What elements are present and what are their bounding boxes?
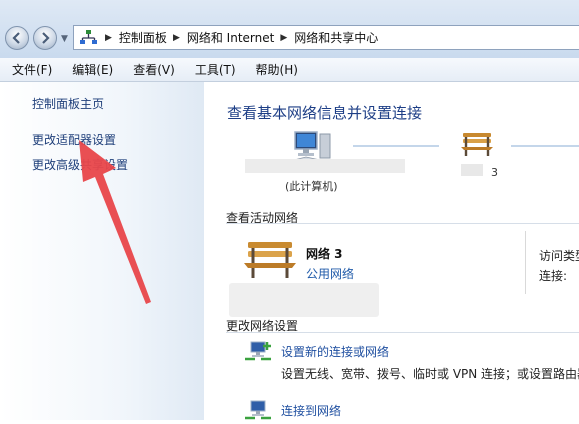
address-box[interactable]: ▶ 控制面板 ▶ 网络和 Internet ▶ 网络和共享中心 [73, 25, 579, 50]
public-network-bench-icon [244, 242, 296, 278]
forward-button[interactable] [33, 26, 57, 50]
address-bar-area: ▼ ▶ 控制面板 ▶ 网络和 Internet ▶ 网络和共享中心 [0, 0, 579, 58]
back-arrow-icon [12, 32, 20, 44]
menu-help[interactable]: 帮助(H) [244, 61, 306, 78]
page-title: 查看基本网络信息并设置连接 [227, 104, 423, 122]
breadcrumb-control-panel[interactable]: 控制面板 [119, 29, 167, 46]
menu-tools[interactable]: 工具(T) [183, 61, 244, 78]
this-computer-label: (此计算机) [285, 180, 338, 193]
back-button[interactable] [5, 26, 29, 50]
setup-new-connection-description: 设置无线、宽带、拨号、临时或 VPN 连接；或设置路由器 [281, 367, 579, 381]
network-bench-icon [461, 133, 493, 156]
new-connection-icon [245, 341, 271, 361]
recent-pages-dropdown-icon[interactable]: ▼ [61, 34, 68, 44]
map-connection-line [511, 145, 579, 147]
connections-label: 连接: [539, 269, 568, 283]
menu-view[interactable]: 查看(V) [121, 61, 183, 78]
menu-bar: 文件(F) 编辑(E) 查看(V) 工具(T) 帮助(H) [0, 58, 579, 82]
vertical-divider [525, 231, 526, 294]
connect-to-network-icon [245, 400, 271, 420]
breadcrumb-separator-icon: ▶ [105, 32, 112, 43]
network-name: 网络 3 [306, 247, 343, 261]
section-divider [226, 332, 579, 333]
access-type-label: 访问类型 [539, 249, 579, 263]
map-network-label: 3 [491, 166, 498, 179]
sidebar-item-control-panel-home[interactable]: 控制面板主页 [32, 95, 104, 112]
forward-arrow-icon [42, 32, 50, 44]
network-type-link[interactable]: 公用网络 [306, 265, 354, 282]
setup-new-connection-link[interactable]: 设置新的连接或网络 [281, 343, 389, 360]
breadcrumb-network-internet[interactable]: 网络和 Internet [187, 29, 274, 46]
breadcrumb-separator-icon: ▶ [172, 32, 180, 43]
main-content: 查看基本网络信息并设置连接 (此计算机) 3 查看活动网络 网络 3 公用网络 … [205, 82, 579, 420]
menu-file[interactable]: 文件(F) [0, 61, 60, 78]
left-task-pane: 控制面板主页 更改适配器设置 更改高级共享设置 [0, 82, 204, 420]
menu-edit[interactable]: 编辑(E) [60, 61, 121, 78]
sidebar-item-change-adapter-settings[interactable]: 更改适配器设置 [32, 131, 116, 148]
map-connection-line [353, 145, 439, 147]
connect-to-network-link[interactable]: 连接到网络 [281, 402, 341, 419]
section-divider [226, 223, 579, 224]
blurred-network-name [461, 164, 483, 176]
breadcrumb-separator-icon: ▶ [280, 32, 288, 43]
blurred-computer-name [245, 159, 405, 173]
network-center-icon [80, 29, 97, 44]
breadcrumb-network-sharing-center[interactable]: 网络和共享中心 [294, 29, 378, 46]
watermark-blur [229, 283, 379, 317]
sidebar-item-change-advanced-sharing[interactable]: 更改高级共享设置 [32, 156, 128, 173]
